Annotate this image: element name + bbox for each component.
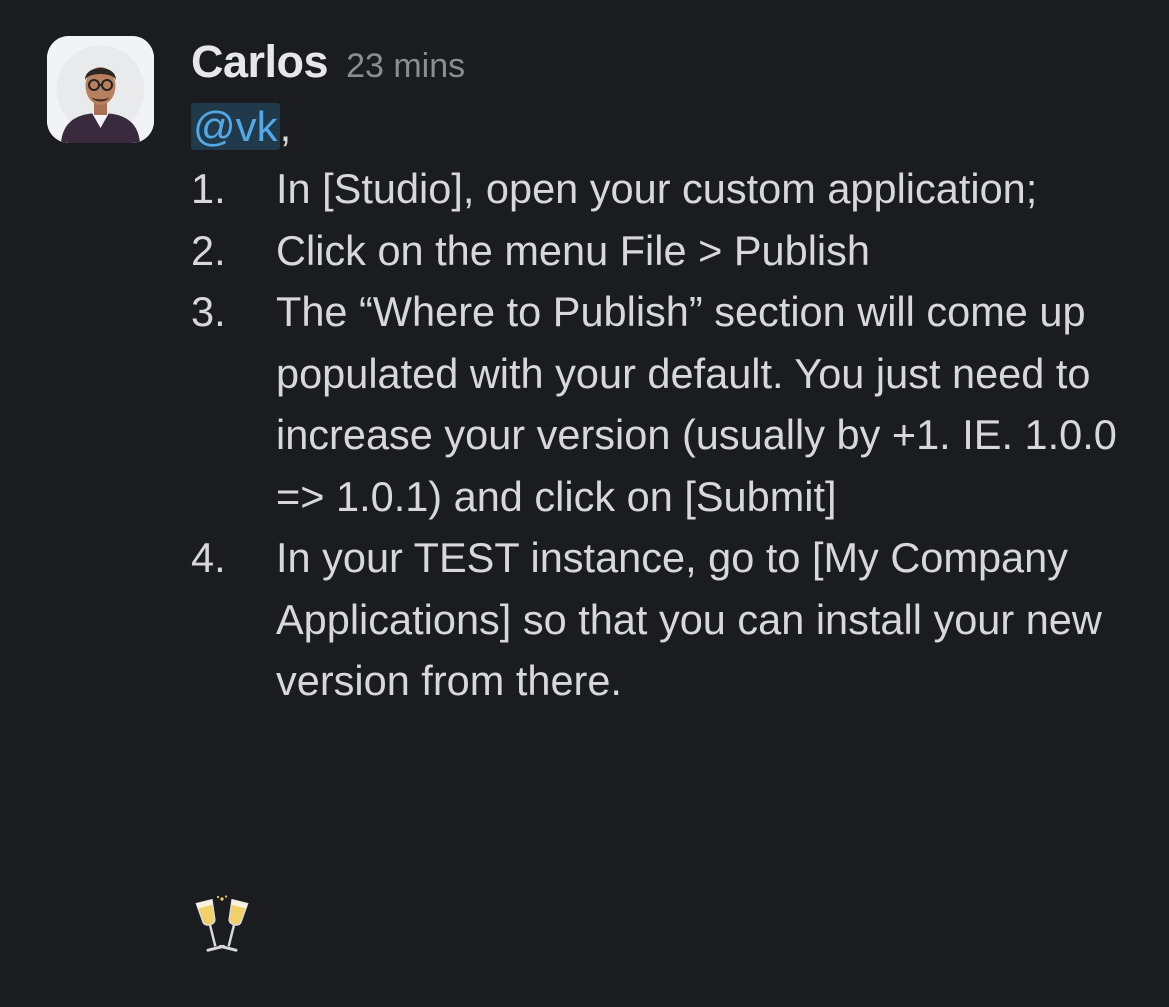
list-item-text: Click on the menu File > Publish — [276, 226, 870, 274]
list-item-number: 2. — [191, 226, 226, 274]
list-item: 1. In [Studio], open your custom applica… — [191, 158, 1151, 220]
list-item-number: 1. — [191, 165, 226, 212]
mention-suffix: , — [279, 103, 292, 150]
champagne-glasses-emoji — [194, 895, 250, 959]
steps-list: 1. In [Studio], open your custom applica… — [191, 158, 1151, 712]
chat-message: Carlos 23 mins @vk, 1. In [Studio], open… — [191, 36, 1151, 712]
list-item: 2. Click on the menu File > Publish — [191, 220, 1151, 282]
list-item-number: 3. — [191, 288, 226, 335]
list-item-text: In [Studio], open your custom applicatio… — [276, 165, 1038, 212]
message-timestamp[interactable]: 23 mins — [346, 47, 465, 86]
list-item-text: In your TEST instance, go to [My Company… — [276, 534, 1102, 704]
list-item: 4. In your TEST instance, go to [My Comp… — [191, 527, 1151, 712]
list-item-text: The “Where to Publish” section will come… — [276, 288, 1117, 520]
list-item-number: 4. — [191, 534, 226, 581]
user-mention[interactable]: @vk — [191, 103, 280, 150]
message-header: Carlos 23 mins — [191, 36, 1151, 96]
list-item: 3. The “Where to Publish” section will c… — [191, 281, 1151, 527]
sender-avatar[interactable] — [47, 36, 154, 143]
sender-name[interactable]: Carlos — [191, 36, 329, 88]
avatar-photo — [47, 36, 154, 143]
mention-line: @vk, — [191, 96, 1151, 158]
